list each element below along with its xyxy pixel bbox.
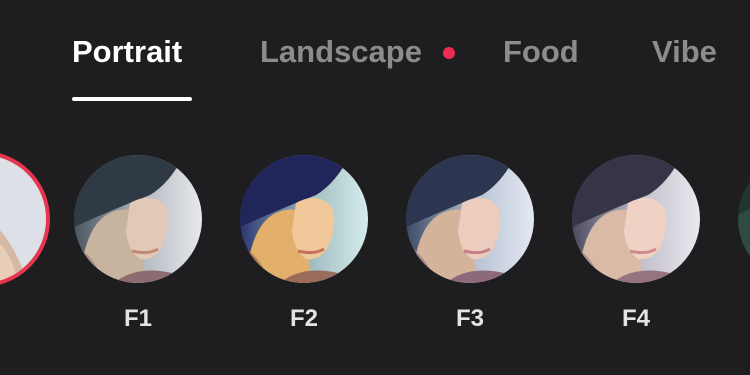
portrait-image xyxy=(74,155,202,283)
portrait-image xyxy=(240,155,368,283)
filter-thumbnail-f1[interactable] xyxy=(74,155,202,283)
filter-thumbnail-f4[interactable] xyxy=(572,155,700,283)
tab-food[interactable]: Food xyxy=(503,32,579,72)
active-tab-indicator xyxy=(72,97,192,101)
filter-label-f3: F3 xyxy=(455,305,484,332)
filter-thumbnail-f5[interactable] xyxy=(738,155,750,283)
filter-label-f4: F4 xyxy=(621,305,650,332)
filter-label-f1: F1 xyxy=(123,305,152,332)
filter-thumbnail-normal[interactable] xyxy=(0,151,50,287)
filter-label-normal: al xyxy=(0,304,20,334)
tab-landscape[interactable]: Landscape xyxy=(260,32,422,72)
filter-label-f2: F2 xyxy=(289,305,318,332)
filter-thumbnail-f2[interactable] xyxy=(240,155,368,283)
portrait-image xyxy=(572,155,700,283)
filter-thumbnail-f3[interactable] xyxy=(406,155,534,283)
portrait-image xyxy=(738,155,750,283)
tab-vibe[interactable]: Vibe xyxy=(652,32,717,72)
tab-portrait[interactable]: Portrait xyxy=(72,32,182,72)
filter-panel: Portrait Landscape Food Vibe F1 F2 F3 F4 xyxy=(0,0,750,375)
new-badge-dot xyxy=(443,47,455,59)
portrait-image xyxy=(0,155,46,283)
portrait-image xyxy=(406,155,534,283)
